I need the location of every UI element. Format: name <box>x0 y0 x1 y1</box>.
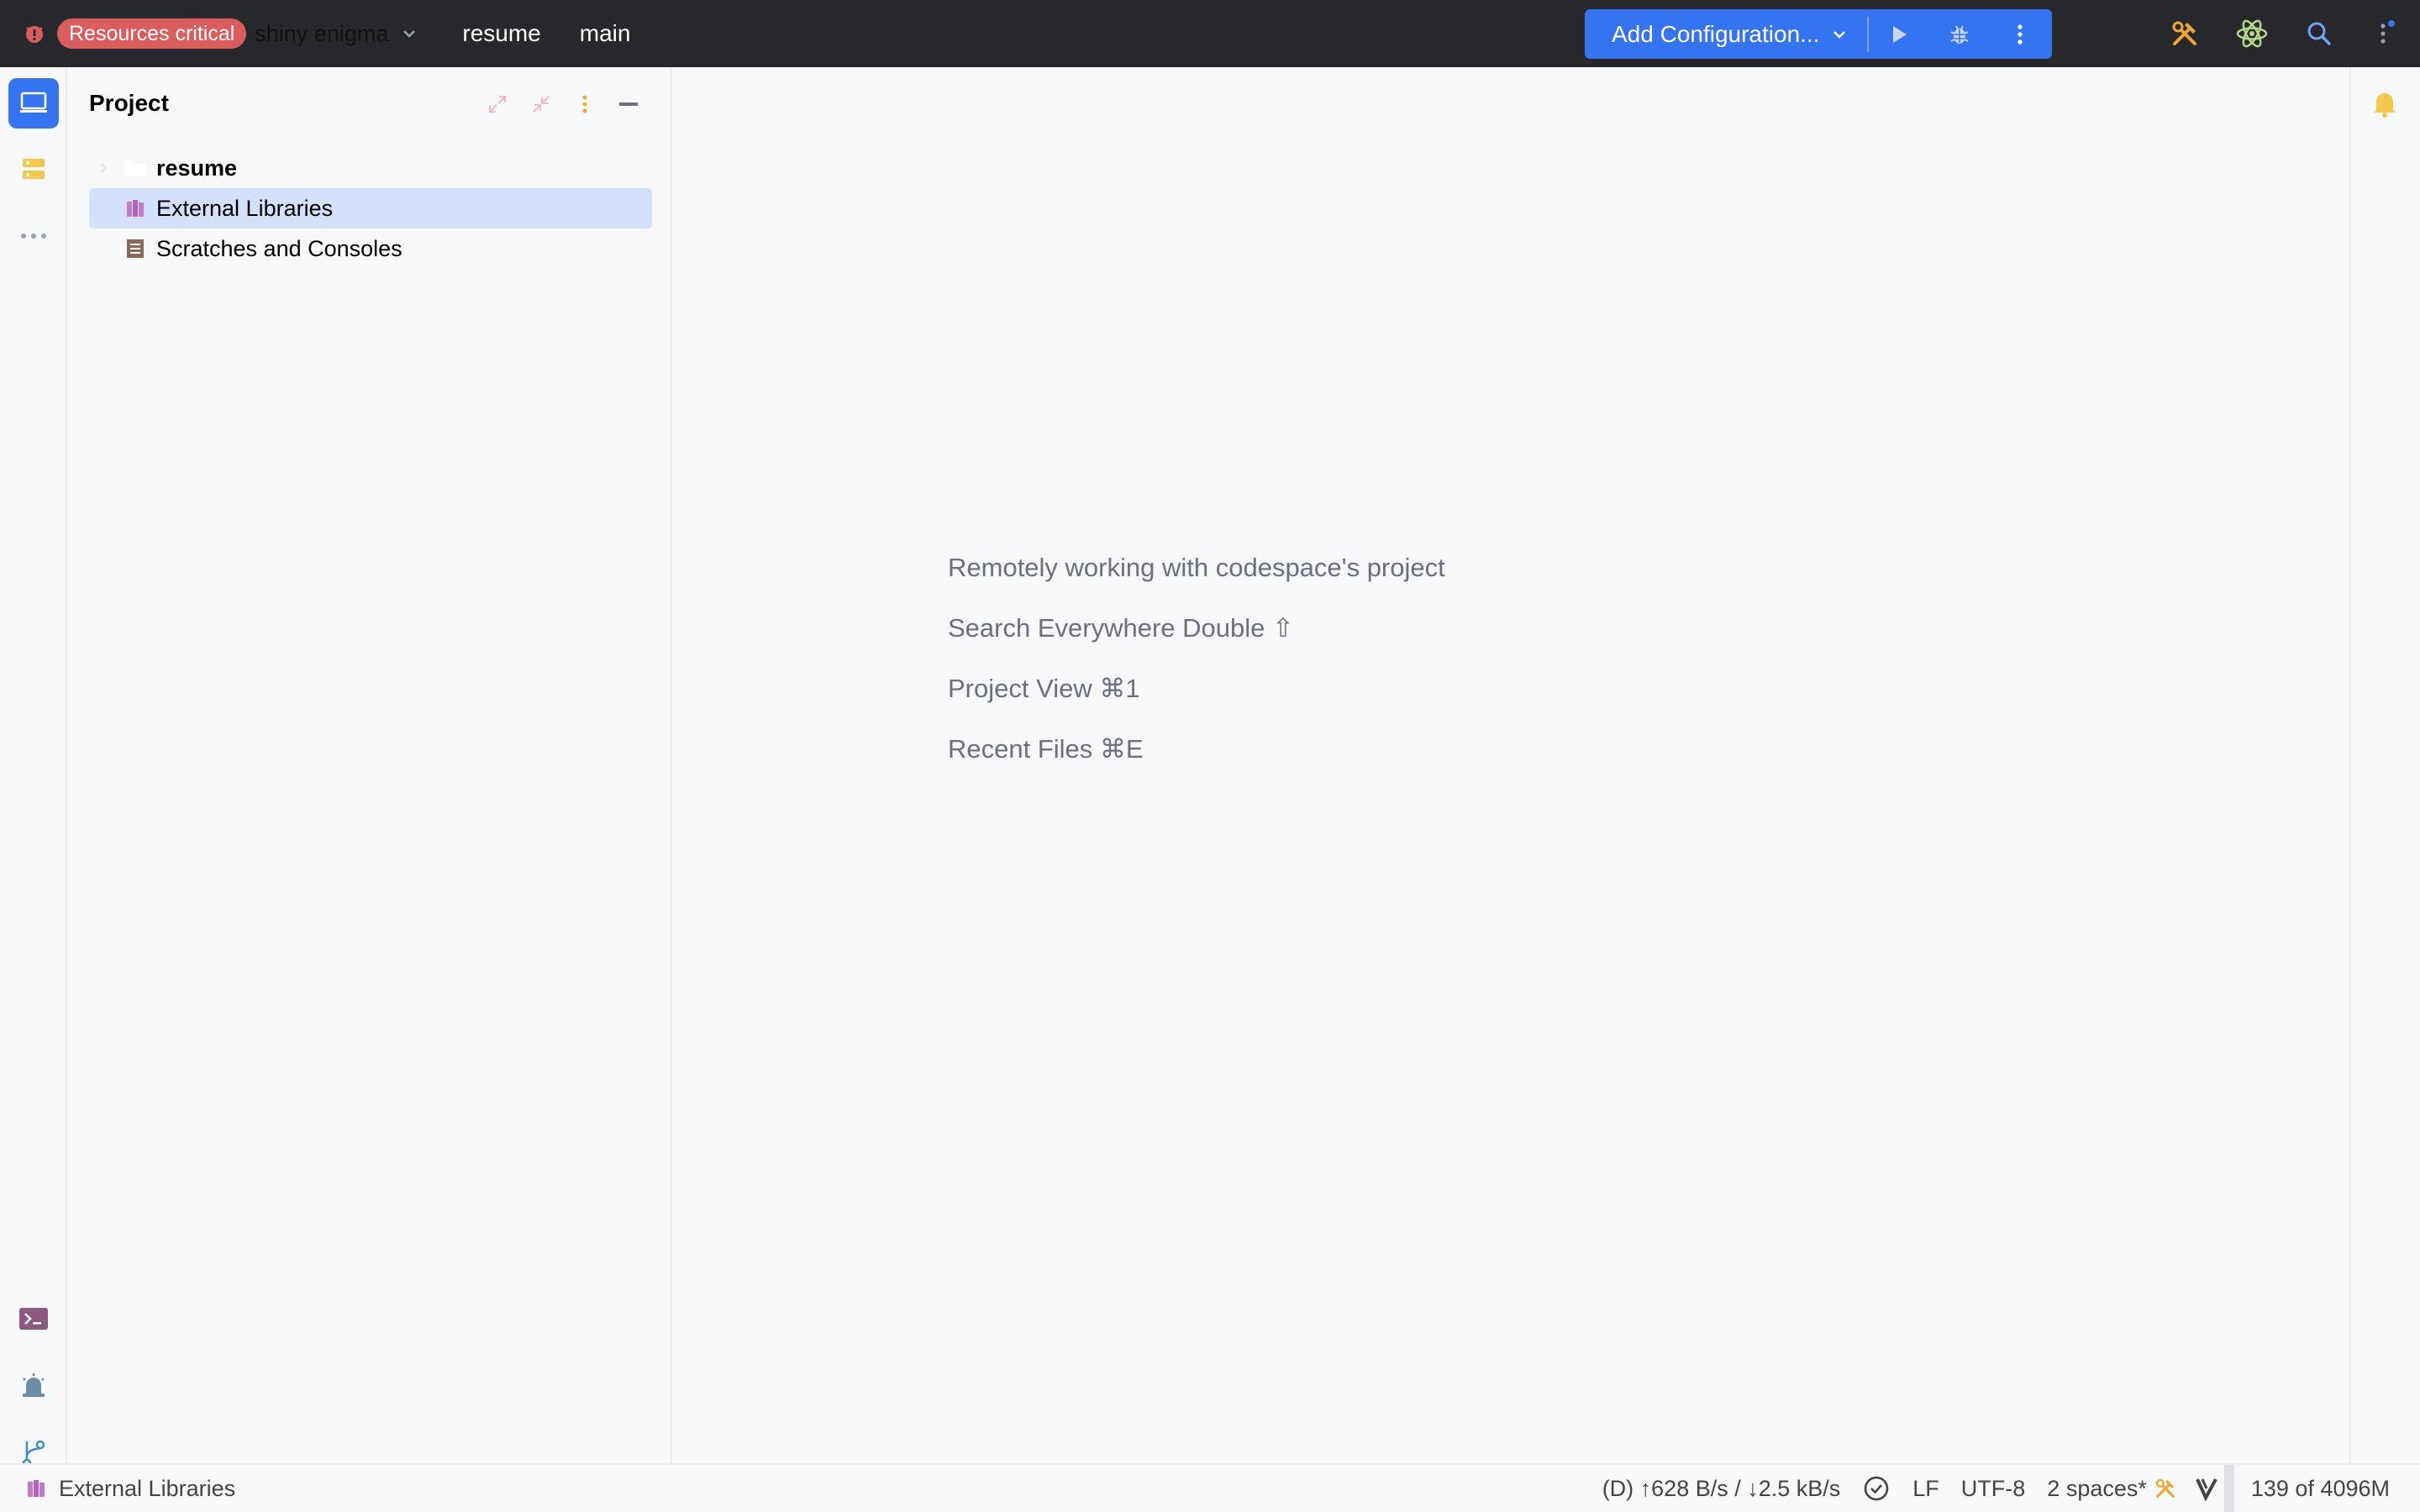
memory-indicator[interactable]: 139 of 4096M <box>2223 1465 2420 1512</box>
hammer-wrench-icon <box>2155 1478 2175 1498</box>
expand-all-icon <box>489 96 506 113</box>
check-circle-icon <box>1865 1476 1889 1501</box>
left-tool-stripe <box>0 67 67 1468</box>
chevron-right-icon[interactable] <box>91 155 116 181</box>
server-icon <box>23 159 45 179</box>
terminal-tool-button[interactable] <box>8 1294 59 1344</box>
services-tool-button[interactable] <box>8 144 59 194</box>
more-horizontal-icon <box>21 234 46 239</box>
hint-recent-files[interactable]: Recent Files ⌘E <box>948 719 1445 780</box>
problems-tool-button[interactable] <box>8 1361 59 1411</box>
bell-icon <box>2374 93 2396 118</box>
scratches-icon <box>123 236 148 261</box>
add-configuration-button[interactable]: Add Configuration... <box>1585 21 1849 48</box>
tree-node-external-libraries[interactable]: External Libraries <box>89 188 652 228</box>
collapse-all-button[interactable] <box>519 86 563 123</box>
hide-panel-button[interactable] <box>607 86 650 123</box>
project-panel: Project resume External Libraries Scratc… <box>67 67 672 1463</box>
hammer-wrench-icon <box>2172 21 2196 45</box>
resources-warning-icon[interactable] <box>22 21 47 46</box>
library-icon <box>24 1476 49 1501</box>
breadcrumb-label: External Libraries <box>59 1475 236 1501</box>
run-button[interactable] <box>1869 9 1929 59</box>
project-tree: resume External Libraries Scratches and … <box>89 148 652 269</box>
library-icon <box>123 196 148 221</box>
breadcrumb[interactable]: External Libraries <box>0 1476 235 1502</box>
debug-button[interactable] <box>1929 9 1990 59</box>
alarm-bell-icon <box>23 1373 45 1397</box>
more-vertical-icon <box>2017 24 2023 45</box>
chevron-down-icon <box>1830 25 1849 44</box>
inspection-status-button[interactable] <box>1862 1474 1891 1503</box>
indent-label: 2 spaces* <box>2047 1475 2147 1501</box>
atom-icon <box>2236 19 2268 48</box>
hint-remote: Remotely working with codespace's projec… <box>948 553 1445 582</box>
terminal-icon <box>19 1308 48 1330</box>
repo-widget[interactable]: resume <box>462 20 540 47</box>
main-menu-button[interactable] <box>2353 0 2420 67</box>
minimize-icon <box>619 102 638 106</box>
panel-options-button[interactable] <box>563 86 607 123</box>
add-configuration-label: Add Configuration... <box>1612 20 1820 47</box>
search-everywhere-button[interactable] <box>2286 0 2353 67</box>
vim-widget[interactable] <box>2194 1476 2219 1501</box>
encoding-widget[interactable]: UTF-8 <box>1961 1476 2026 1502</box>
network-status[interactable]: (D) ↑628 B/s / ↓2.5 kB/s <box>1602 1476 1841 1502</box>
resources-critical-badge[interactable]: Resources critical <box>57 18 247 49</box>
bug-icon <box>1950 25 1968 44</box>
tree-label: External Libraries <box>156 195 334 221</box>
right-tool-stripe <box>2349 67 2420 1463</box>
notifications-button[interactable] <box>2360 78 2410 129</box>
play-icon <box>1892 25 1907 43</box>
search-icon <box>2307 22 2331 45</box>
tree-arrow-spacer <box>91 236 116 261</box>
editor-empty-area: Remotely working with codespace's projec… <box>672 67 2349 1463</box>
tree-label: Scratches and Consoles <box>156 235 402 261</box>
chevron-down-icon[interactable] <box>400 24 418 43</box>
tree-label: resume <box>156 155 238 181</box>
status-bar: External Libraries (D) ↑628 B/s / ↓2.5 k… <box>0 1463 2420 1512</box>
title-bar: Resources critical shiny enigma resume m… <box>0 0 2420 67</box>
project-icon <box>20 92 47 113</box>
editor-hints: Remotely working with codespace's projec… <box>948 538 1445 780</box>
run-more-button[interactable] <box>1990 9 2050 59</box>
more-vertical-icon <box>582 95 587 113</box>
more-vertical-notify-icon <box>2381 20 2395 44</box>
run-widget: Add Configuration... <box>1585 9 2052 59</box>
expand-all-button[interactable] <box>476 86 519 123</box>
tree-node-scratches[interactable]: Scratches and Consoles <box>89 228 652 269</box>
indent-widget[interactable]: 2 spaces* <box>2047 1476 2177 1502</box>
hint-search-everywhere[interactable]: Search Everywhere Double ⇧ <box>948 598 1445 659</box>
project-panel-header: Project <box>67 67 671 139</box>
line-separator-widget[interactable]: LF <box>1912 1476 1939 1502</box>
collapse-all-icon <box>533 96 550 113</box>
tree-node-resume[interactable]: resume <box>89 148 652 188</box>
project-name[interactable]: shiny enigma <box>255 21 388 47</box>
folder-icon <box>123 155 148 181</box>
tree-arrow-spacer <box>91 196 116 221</box>
react-plugin-button[interactable] <box>2218 0 2286 67</box>
build-tools-button[interactable] <box>2151 0 2218 67</box>
hint-project-view[interactable]: Project View ⌘1 <box>948 659 1445 719</box>
project-tool-button[interactable] <box>8 78 59 129</box>
branch-widget[interactable]: main <box>580 20 631 47</box>
more-tools-button[interactable] <box>8 211 59 261</box>
vim-icon <box>2196 1478 2217 1501</box>
project-panel-title: Project <box>89 90 169 116</box>
